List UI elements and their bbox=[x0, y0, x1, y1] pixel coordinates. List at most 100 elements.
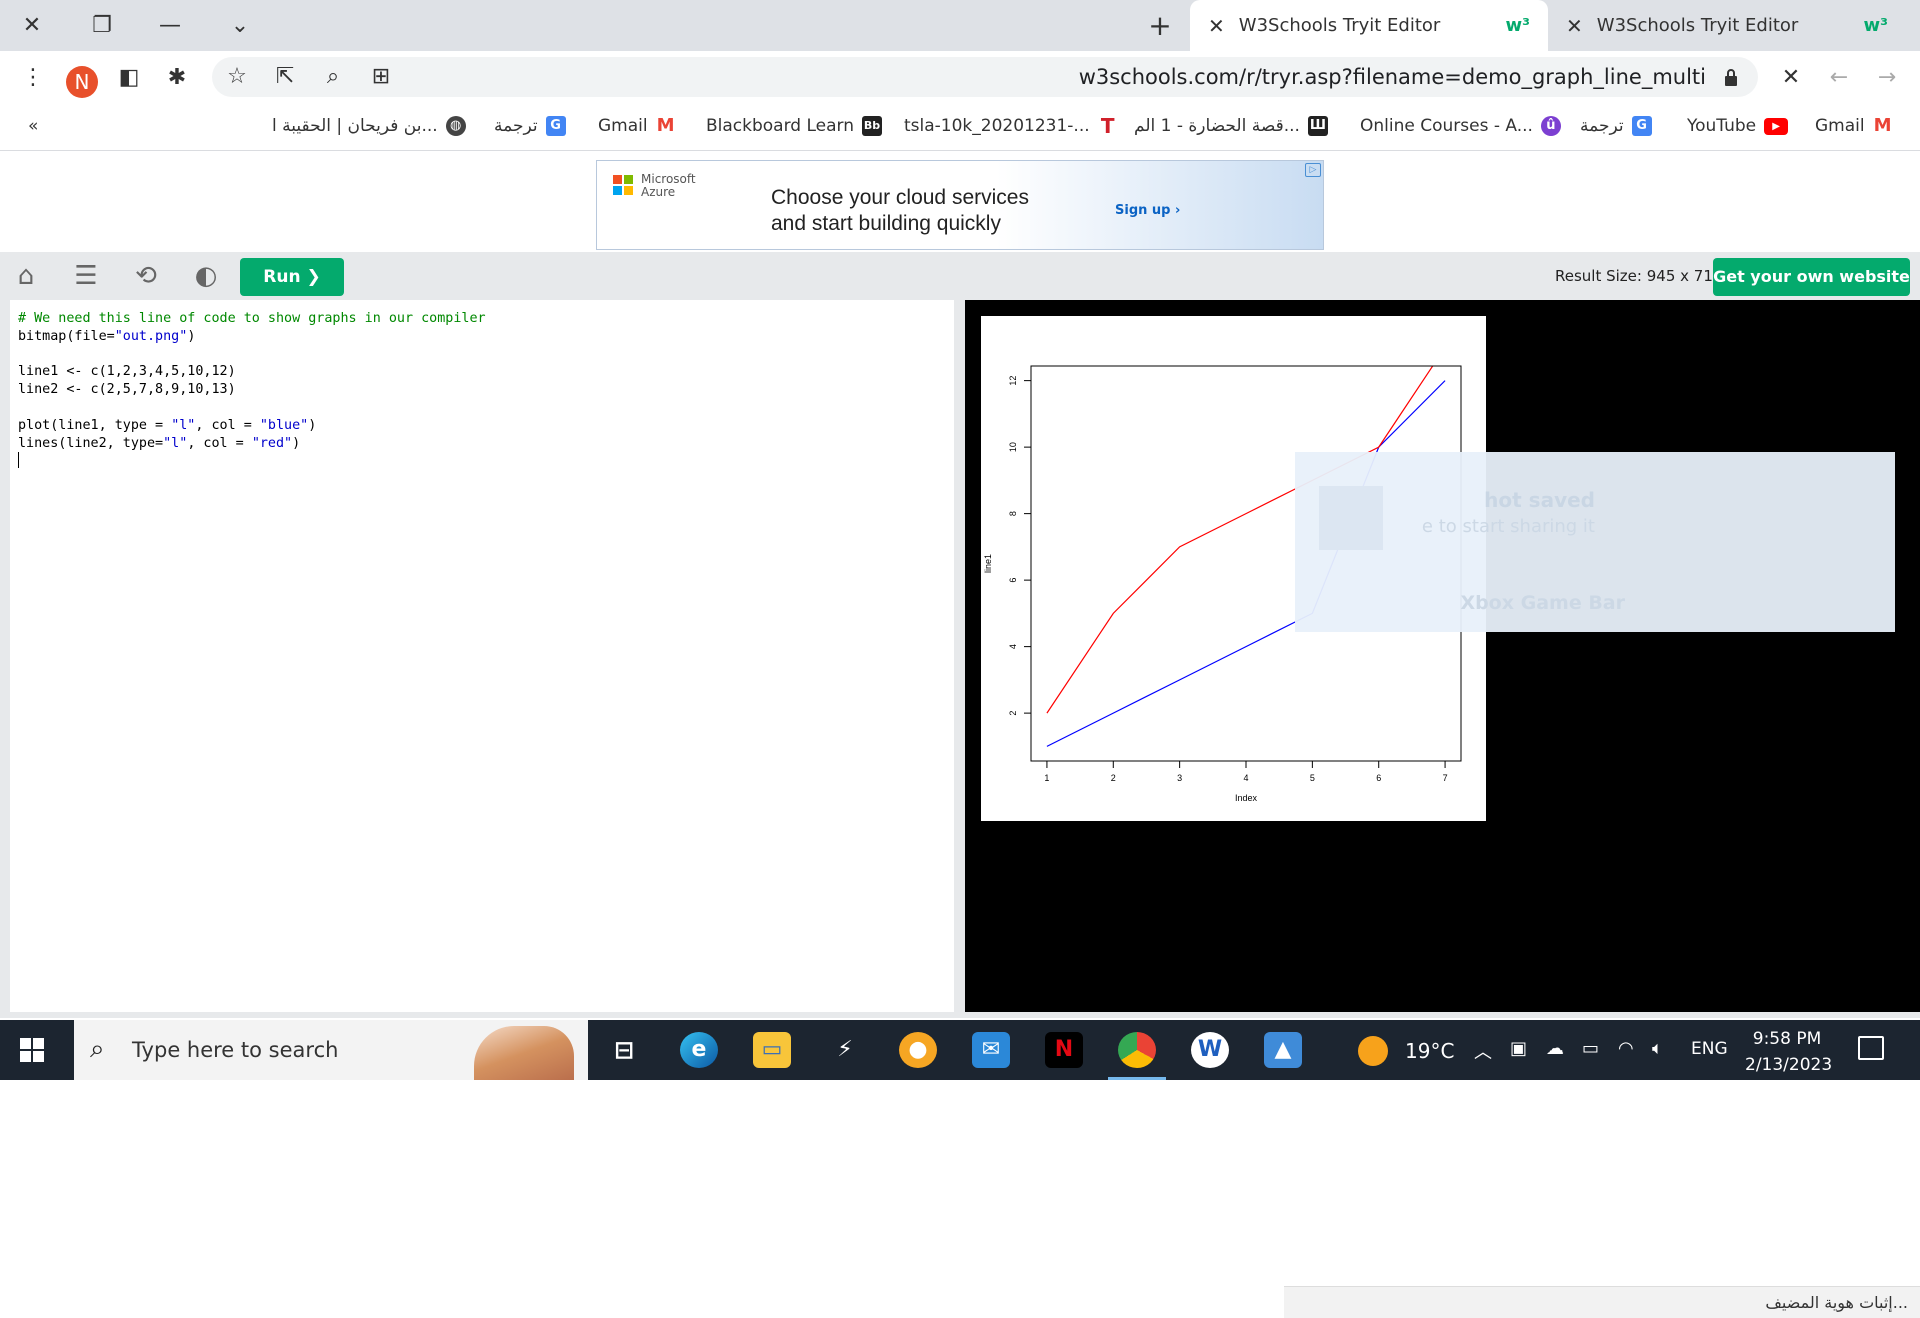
bookmark-bin-furaihan[interactable]: بن فريحان | الحقيبة ا... ◍ bbox=[272, 113, 466, 139]
zoom-search-icon[interactable]: ⌕ bbox=[318, 62, 348, 92]
x-tick-label: 6 bbox=[1376, 773, 1381, 783]
tab-active[interactable]: ✕ W3Schools Tryit Editor w³ bbox=[1190, 0, 1548, 51]
lock-icon[interactable] bbox=[1724, 68, 1738, 86]
bookmark-blackboard[interactable]: Blackboard Learn Bb bbox=[706, 113, 883, 139]
youtube-icon: ▶ bbox=[1764, 117, 1789, 135]
tab-strip: ✕ ❐ — ⌄ + ✕ W3Schools Tryit Editor w³ ✕ … bbox=[0, 0, 1920, 51]
get-website-button[interactable]: Get your own website bbox=[1713, 258, 1910, 296]
dark-mode-icon[interactable]: ◐ bbox=[192, 262, 220, 290]
back-arrow-icon[interactable]: ← bbox=[1824, 63, 1854, 93]
battery-icon[interactable]: ▭ bbox=[1582, 1038, 1599, 1059]
app-lightning-icon[interactable]: ⚡ bbox=[826, 1032, 864, 1068]
app-w-icon[interactable]: W bbox=[1191, 1032, 1229, 1068]
ad-area: Microsoft Azure Choose your cloud servic… bbox=[0, 152, 1920, 252]
tray-chevron-icon[interactable]: ︿ bbox=[1474, 1038, 1492, 1064]
app-shield-icon[interactable]: ● bbox=[899, 1032, 937, 1068]
close-window-icon[interactable]: ✕ bbox=[14, 8, 50, 44]
notification-title: hot saved bbox=[1484, 488, 1595, 512]
bookmark-label: YouTube bbox=[1687, 116, 1757, 136]
code-comment: # We need this line of code to show grap… bbox=[18, 311, 486, 326]
editor-workarea: # We need this line of code to show grap… bbox=[0, 298, 1920, 1318]
code-token: , col = bbox=[195, 417, 260, 433]
extensions-puzzle-icon[interactable]: ✱ bbox=[162, 63, 192, 93]
courses-icon: û bbox=[1540, 116, 1561, 136]
bookmark-label: Gmail bbox=[1815, 116, 1865, 136]
address-bar[interactable]: ☆ ⇱ ⌕ ⊞ w3schools.com/r/tryr.asp?filenam… bbox=[212, 57, 1758, 97]
y-axis-label: line1 bbox=[983, 554, 993, 573]
tesla-icon: T bbox=[1100, 114, 1115, 138]
adchoices-icon[interactable]: ▷ bbox=[1305, 163, 1321, 177]
result-size: Result Size: 945 x 711 bbox=[1555, 267, 1723, 285]
menu-icon[interactable]: ☰ bbox=[72, 262, 100, 290]
file-explorer-icon[interactable]: ▭ bbox=[753, 1032, 791, 1068]
tab-search-chevron-icon[interactable]: ⌄ bbox=[222, 8, 258, 44]
taskbar-search-box[interactable]: ⌕ Type here to search bbox=[74, 1020, 588, 1080]
y-tick-label: 6 bbox=[1008, 578, 1018, 583]
code-text[interactable]: # We need this line of code to show grap… bbox=[18, 310, 486, 470]
translate-page-icon[interactable]: ⊞ bbox=[366, 62, 396, 92]
home-icon[interactable]: ⌂ bbox=[12, 262, 40, 290]
xbox-capture-notification[interactable]: hot saved e to start sharing it Xbox Gam… bbox=[1295, 452, 1895, 632]
bookmark-label: ترجمة bbox=[1580, 116, 1624, 136]
task-view-icon[interactable]: ⊟ bbox=[605, 1032, 643, 1068]
bookmark-youtube[interactable]: YouTube ▶ bbox=[1687, 113, 1789, 139]
bookmark-label: Gmail bbox=[598, 116, 648, 136]
tab-inactive[interactable]: ✕ W3Schools Tryit Editor w³ bbox=[1548, 0, 1906, 51]
windows-start-icon[interactable] bbox=[20, 1038, 44, 1062]
bookmarks-overflow[interactable]: « bbox=[28, 113, 38, 139]
result-pane[interactable]: 1 2 3 4 5 6 7 2 4 6 8 10 12 Index line1 hot saved e to… bbox=[965, 300, 1920, 1012]
clock-time: 9:58 PM bbox=[1752, 1029, 1822, 1049]
bookmark-translate[interactable]: ترجمة G bbox=[494, 113, 566, 139]
edge-browser-icon[interactable]: e bbox=[680, 1032, 718, 1068]
bookmark-gmail[interactable]: Gmail M bbox=[1815, 113, 1893, 139]
bookmark-online-courses[interactable]: Online Courses - A... û bbox=[1360, 113, 1561, 139]
mail-icon[interactable]: ✉ bbox=[972, 1032, 1010, 1068]
new-tab-button[interactable]: + bbox=[1142, 8, 1178, 44]
w3schools-favicon-icon: w³ bbox=[1863, 15, 1888, 36]
y-tick-label: 4 bbox=[1008, 644, 1018, 649]
onedrive-icon[interactable]: ☁ bbox=[1546, 1038, 1564, 1059]
bookmark-tsla-10k[interactable]: tsla-10k_20201231-... T bbox=[904, 113, 1118, 139]
netflix-icon[interactable]: N bbox=[1045, 1032, 1083, 1068]
code-token: ) bbox=[292, 435, 301, 451]
weather-icon[interactable] bbox=[1358, 1036, 1388, 1066]
language-indicator[interactable]: ENG bbox=[1691, 1039, 1728, 1059]
code-line: line2 <- c(2,5,7,8,9,10,13) bbox=[18, 382, 236, 398]
y-tick-label: 2 bbox=[1008, 711, 1018, 716]
microsoft-logo-icon bbox=[613, 175, 633, 195]
search-highlight-illustration bbox=[474, 1026, 574, 1080]
sidebar-icon[interactable]: ◧ bbox=[114, 63, 144, 93]
bookmark-gmail[interactable]: Gmail M bbox=[598, 113, 676, 139]
stop-loading-icon[interactable]: ✕ bbox=[1776, 63, 1806, 93]
notifications-icon[interactable] bbox=[1858, 1036, 1884, 1060]
profile-avatar[interactable]: N bbox=[66, 66, 98, 98]
code-string: "out.png" bbox=[114, 328, 188, 344]
bookmark-star-icon[interactable]: ☆ bbox=[222, 62, 252, 92]
azure-ad-banner[interactable]: Microsoft Azure Choose your cloud servic… bbox=[596, 160, 1324, 250]
code-string: "red" bbox=[251, 435, 293, 451]
minimize-window-icon[interactable]: — bbox=[152, 8, 188, 44]
chrome-icon[interactable] bbox=[1108, 1032, 1166, 1080]
restore-window-icon[interactable]: ❐ bbox=[84, 8, 120, 44]
rotate-layout-icon[interactable]: ⟲ bbox=[132, 262, 160, 290]
photos-icon[interactable]: ▲ bbox=[1264, 1032, 1302, 1068]
close-tab-icon[interactable]: ✕ bbox=[1566, 14, 1583, 38]
temperature[interactable]: 19°C bbox=[1405, 1039, 1454, 1063]
x-tick-label: 5 bbox=[1310, 773, 1315, 783]
meet-now-icon[interactable]: ▣ bbox=[1510, 1038, 1527, 1059]
forward-arrow-icon[interactable]: → bbox=[1872, 63, 1902, 93]
bookmark-civilization[interactable]: قصة الحضارة - 1 الم... Ш bbox=[1134, 113, 1328, 139]
menu-kebab-icon[interactable]: ⋮ bbox=[18, 63, 48, 93]
ad-signup-link[interactable]: Sign up › bbox=[1115, 203, 1180, 218]
run-button[interactable]: Run ❯ bbox=[240, 258, 344, 296]
code-editor[interactable]: # We need this line of code to show grap… bbox=[10, 300, 954, 1012]
volume-icon[interactable]: 🔈︎ bbox=[1652, 1038, 1663, 1059]
close-tab-icon[interactable]: ✕ bbox=[1208, 14, 1225, 38]
clock[interactable]: 9:58 PM 2/13/2023 bbox=[1745, 1026, 1832, 1078]
ad-headline: Choose your cloud services and start bui… bbox=[771, 186, 1029, 235]
bookmark-label: قصة الحضارة - 1 الم... bbox=[1134, 116, 1300, 136]
share-icon[interactable]: ⇱ bbox=[270, 62, 300, 92]
bookmark-translate[interactable]: ترجمة G bbox=[1580, 113, 1652, 139]
code-string: "blue" bbox=[259, 417, 309, 433]
wifi-icon[interactable]: ◠ bbox=[1618, 1038, 1634, 1059]
